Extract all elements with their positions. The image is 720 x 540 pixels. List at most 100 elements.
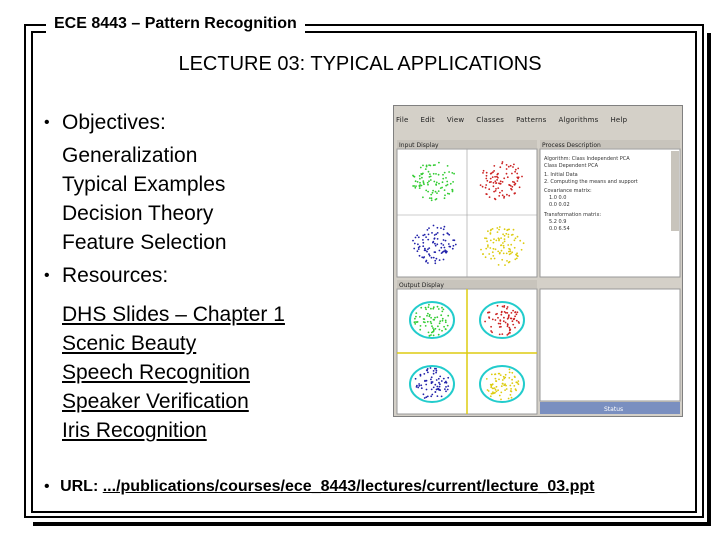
scatter-point [485,193,488,196]
scatter-point [441,181,444,184]
scatter-point [517,321,520,323]
scatter-point [441,251,444,254]
description-line: Class Dependent PCA [544,163,599,169]
menu-item-file[interactable]: File [396,116,409,124]
scatter-point [488,188,491,191]
scatter-point [511,382,514,384]
scatter-point [507,397,510,400]
scatter-point [441,306,443,309]
menu-item-view[interactable]: View [447,116,464,124]
menu-item-edit[interactable]: Edit [421,116,435,124]
scatter-point [442,173,444,176]
scatter-point [421,176,423,179]
scatter-point [504,389,506,391]
scatter-point [424,380,426,382]
scatter-point [513,318,516,320]
process-description-label: Process Description [542,142,601,149]
scatter-point [503,377,506,380]
scatter-point [423,373,426,375]
scatter-point [502,320,505,323]
scatter-point [508,260,511,263]
scatter-point [487,244,489,247]
scatter-point [514,326,516,329]
scatter-point [500,391,503,394]
scatter-point [427,312,429,315]
scatter-point [438,249,441,252]
menu-item-patterns[interactable]: Patterns [516,116,546,124]
scatter-point [422,245,425,248]
scatter-point [521,175,523,178]
resource-link-scenic-beauty[interactable]: Scenic Beauty [62,329,376,358]
scatter-point [494,319,497,321]
scatter-point [440,314,443,317]
scatter-point [494,175,496,178]
scatter-point [420,384,423,387]
description-scrollbar[interactable] [671,151,679,231]
scatter-point [496,231,499,233]
objectives-list: Generalization Typical Examples Decision… [36,141,376,257]
scatter-point [427,190,429,193]
scatter-point [427,331,430,334]
scatter-point [503,305,506,307]
url-link[interactable]: .../publications/courses/ece_8443/lectur… [103,478,595,495]
scatter-point [429,173,431,175]
scatter-point [484,186,487,189]
scatter-point [509,384,512,387]
scatter-point [501,305,504,308]
resource-link-dhs-slides[interactable]: DHS Slides – Chapter 1 [62,300,376,329]
resource-link-speech-recognition[interactable]: Speech Recognition [62,358,376,387]
scatter-point [444,239,447,242]
scatter-point [497,389,499,392]
scatter-point [451,190,454,193]
scatter-point [434,383,437,386]
resource-link-iris-recognition[interactable]: Iris Recognition [62,416,376,445]
scatter-point [436,395,439,397]
scatter-point [505,388,508,390]
scatter-point [431,232,433,234]
scatter-point [502,242,504,244]
scatter-point [414,377,417,380]
scatter-point [510,396,513,399]
menu-item-help[interactable]: Help [610,116,627,124]
scatter-point [439,375,442,378]
menu-item-classes[interactable]: Classes [476,116,504,124]
scatter-point [501,382,504,385]
scatter-point [435,379,438,381]
scatter-point [428,180,430,183]
scatter-point [441,317,444,320]
scatter-point [430,334,432,336]
scatter-point [418,245,421,248]
scatter-point [501,258,504,261]
scatter-point [509,328,511,331]
scatter-point [443,171,446,174]
scatter-point [430,256,433,259]
scatter-point [438,328,441,331]
scatter-point [423,318,426,321]
scatter-point [440,380,443,382]
scatter-point [507,244,510,246]
scatter-point [451,188,454,191]
scatter-point [446,180,449,183]
scatter-point [512,323,515,326]
scatter-point [514,258,517,261]
scatter-point [444,321,447,324]
scatter-point [499,180,502,183]
scatter-point [508,326,511,329]
scatter-point [420,173,423,175]
scatter-point [490,325,492,328]
scatter-point [481,185,484,188]
menu-item-algorithms[interactable]: Algorithms [559,116,599,124]
resource-link-speaker-verification[interactable]: Speaker Verification [62,387,376,416]
scatter-point [506,323,509,326]
scatter-point [437,308,440,310]
scatter-point [501,333,504,335]
scatter-point [508,253,511,256]
scatter-point [489,177,492,180]
scatter-point [506,176,509,179]
scatter-point [433,234,436,236]
scatter-point [437,333,440,336]
scatter-point [436,316,439,319]
scatter-point [502,244,505,247]
description-line: 2. Computing the means and support [544,179,638,185]
scatter-point [503,177,506,180]
